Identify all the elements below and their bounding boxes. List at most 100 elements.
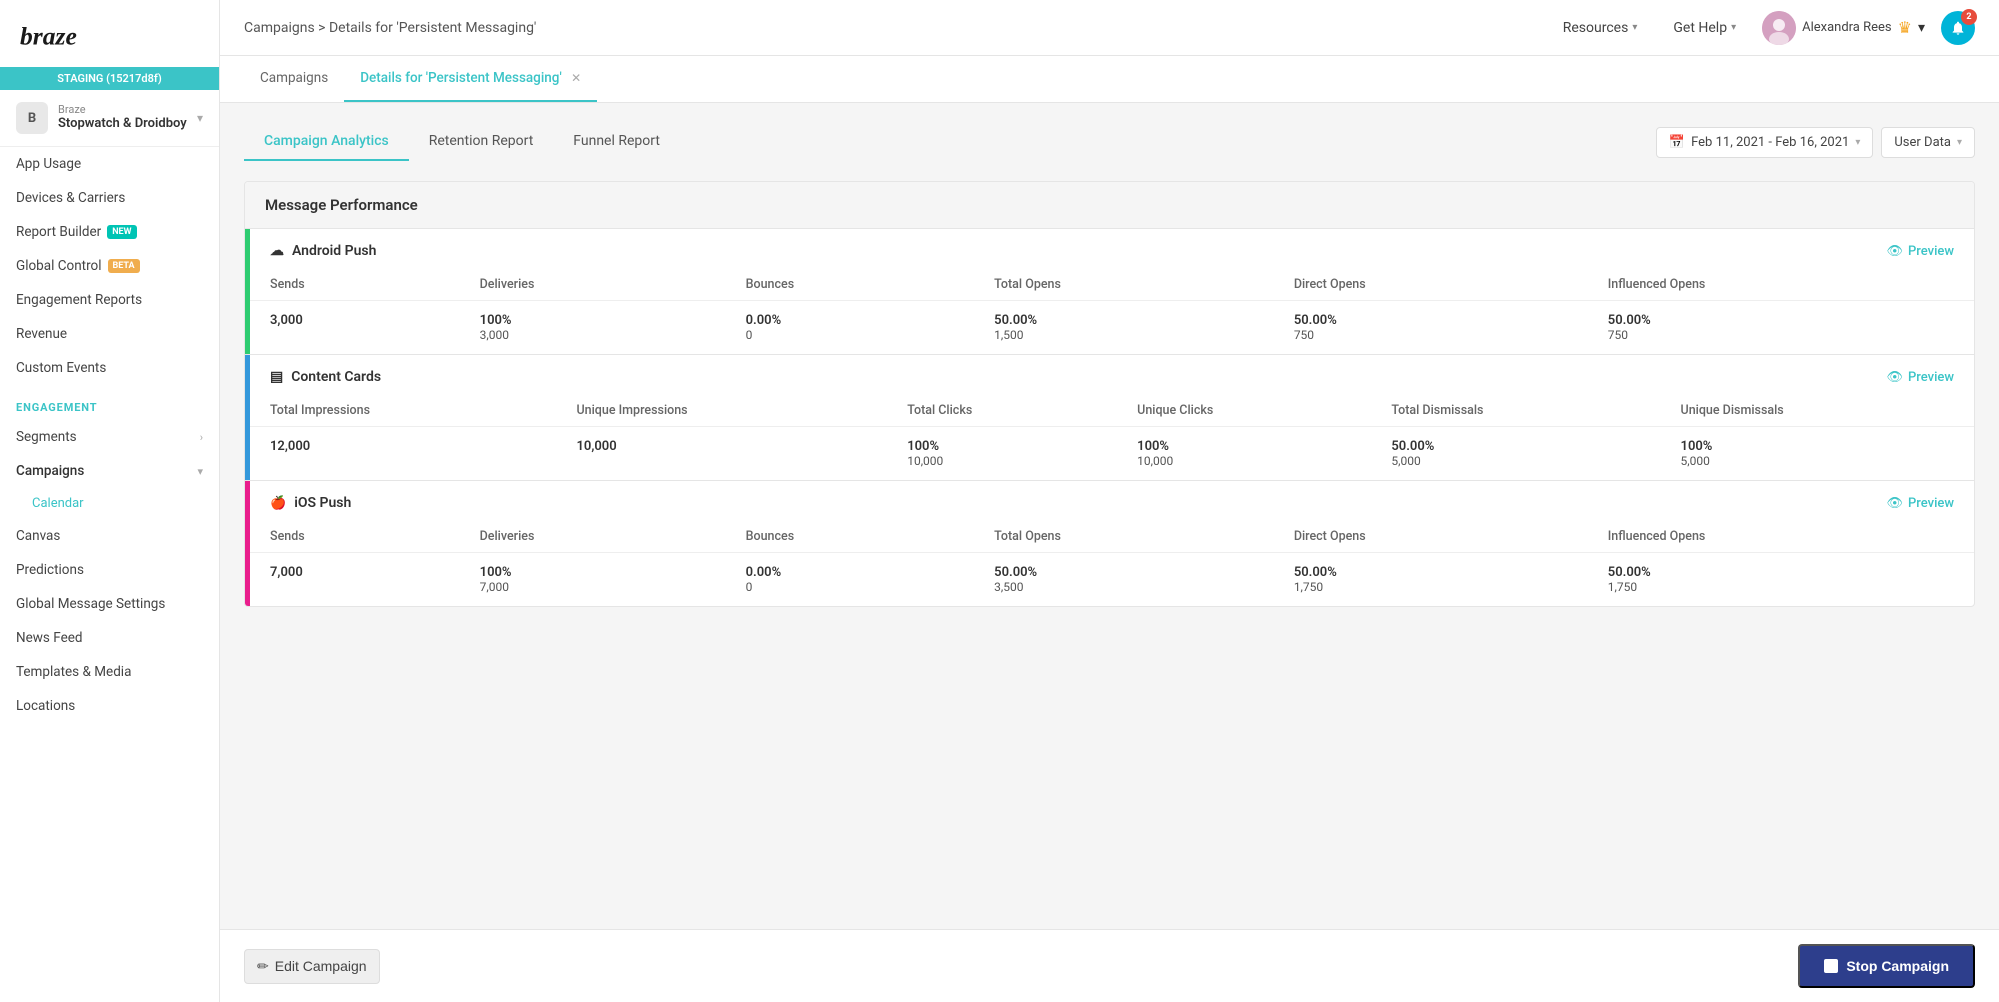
eye-icon: 👁 — [1886, 370, 1903, 385]
user-data-button[interactable]: User Data ▾ — [1881, 127, 1975, 158]
logo: braze — [0, 0, 219, 67]
stop-campaign-button[interactable]: Stop Campaign — [1798, 944, 1975, 988]
table-row: 3,000 100% 3,000 0.00% 0 — [250, 301, 1974, 355]
col-deliveries: Deliveries — [460, 521, 726, 553]
ios-push-title-row: 🍎 iOS Push 👁 Preview — [250, 481, 1974, 521]
main-content: Campaigns > Details for 'Persistent Mess… — [220, 0, 1999, 1002]
android-push-icon: ☁ — [270, 243, 284, 259]
beta-badge: BETA — [108, 259, 140, 273]
workspace-brand: Braze — [58, 103, 197, 116]
sidebar-item-custom-events[interactable]: Custom Events — [0, 351, 219, 385]
content-area: Campaign Analytics Retention Report Funn… — [220, 103, 1999, 929]
ios-push-icon: 🍎 — [270, 496, 286, 511]
sidebar-item-canvas[interactable]: Canvas — [0, 519, 219, 553]
subtab-retention-report[interactable]: Retention Report — [409, 123, 554, 161]
sends-value: 3,000 — [250, 301, 460, 355]
svg-text:braze: braze — [20, 21, 77, 50]
edit-campaign-button[interactable]: ✏ Edit Campaign — [244, 949, 380, 984]
notification-bell[interactable]: 2 — [1941, 11, 1975, 45]
sidebar-sub-item-calendar[interactable]: Calendar — [0, 488, 219, 519]
col-influenced-opens: Influenced Opens — [1588, 521, 1974, 553]
col-total-clicks: Total Clicks — [887, 395, 1117, 427]
date-picker-button[interactable]: 📅 Feb 11, 2021 - Feb 16, 2021 ▾ — [1656, 127, 1873, 158]
sidebar-item-segments[interactable]: Segments › — [0, 420, 219, 454]
col-total-impressions: Total Impressions — [250, 395, 556, 427]
table-row: 12,000 10,000 100% 10,000 — [250, 427, 1974, 481]
sidebar-item-revenue[interactable]: Revenue — [0, 317, 219, 351]
topbar: Campaigns > Details for 'Persistent Mess… — [220, 0, 1999, 56]
sidebar-item-locations[interactable]: Locations — [0, 689, 219, 723]
content-cards-title: ▤ Content Cards — [270, 369, 381, 385]
total-opens-value: 50.00% 1,500 — [974, 301, 1274, 355]
bounces-value: 0.00% 0 — [726, 553, 975, 607]
sidebar-item-global-message-settings[interactable]: Global Message Settings — [0, 587, 219, 621]
content-cards-body: ▤ Content Cards 👁 Preview Total Impressi… — [250, 355, 1974, 480]
content-cards-preview-link[interactable]: 👁 Preview — [1886, 370, 1954, 385]
tabbar: Campaigns Details for 'Persistent Messag… — [220, 56, 1999, 103]
ios-push-stats-table: Sends Deliveries Bounces Total Opens Dir… — [250, 521, 1974, 606]
workspace-selector[interactable]: B Braze Stopwatch & Droidboy ▾ — [0, 90, 219, 147]
section-title: Message Performance — [245, 182, 1974, 229]
android-push-stats-table: Sends Deliveries Bounces Total Opens Dir… — [250, 269, 1974, 354]
col-total-opens: Total Opens — [974, 521, 1274, 553]
subtabs: Campaign Analytics Retention Report Funn… — [244, 123, 680, 161]
android-push-body: ☁ Android Push 👁 Preview Sends Deliv — [250, 229, 1974, 354]
col-direct-opens: Direct Opens — [1274, 269, 1588, 301]
sidebar-item-campaigns[interactable]: Campaigns ▾ — [0, 454, 219, 488]
user-profile[interactable]: Alexandra Rees ♛ ▾ — [1762, 11, 1925, 45]
workspace-name: Stopwatch & Droidboy — [58, 116, 197, 133]
get-help-button[interactable]: Get Help ▾ — [1663, 14, 1746, 42]
new-badge: NEW — [107, 225, 136, 239]
sidebar-item-global-control[interactable]: Global Control BETA — [0, 249, 219, 283]
sidebar-item-devices-carriers[interactable]: Devices & Carriers — [0, 181, 219, 215]
deliveries-value: 100% 7,000 — [460, 553, 726, 607]
arrow-down-icon: ▾ — [197, 465, 203, 478]
bounces-value: 0.00% 0 — [726, 301, 975, 355]
arrow-right-icon: › — [200, 431, 203, 444]
sidebar-item-report-builder[interactable]: Report Builder NEW — [0, 215, 219, 249]
android-push-channel: ☁ Android Push 👁 Preview Sends Deliv — [245, 229, 1974, 355]
tab-campaigns[interactable]: Campaigns — [244, 56, 344, 102]
close-icon[interactable]: ✕ — [571, 71, 581, 85]
total-clicks-value: 100% 10,000 — [887, 427, 1117, 481]
sidebar-item-templates-media[interactable]: Templates & Media — [0, 655, 219, 689]
subtab-campaign-analytics[interactable]: Campaign Analytics — [244, 123, 409, 161]
staging-badge: STAGING (15217d8f) — [0, 67, 219, 90]
ios-push-preview-link[interactable]: 👁 Preview — [1886, 496, 1954, 511]
stop-icon — [1824, 959, 1838, 973]
android-push-title-row: ☁ Android Push 👁 Preview — [250, 229, 1974, 269]
chevron-down-icon: ▾ — [197, 111, 203, 125]
col-bounces: Bounces — [726, 521, 975, 553]
deliveries-value: 100% 3,000 — [460, 301, 726, 355]
workspace-info: Braze Stopwatch & Droidboy — [58, 103, 197, 133]
unique-clicks-value: 100% 10,000 — [1117, 427, 1371, 481]
resources-button[interactable]: Resources ▾ — [1553, 14, 1648, 42]
user-name: Alexandra Rees — [1802, 20, 1892, 35]
col-deliveries: Deliveries — [460, 269, 726, 301]
content-cards-stats-table: Total Impressions Unique Impressions Tot… — [250, 395, 1974, 480]
subtab-funnel-report[interactable]: Funnel Report — [553, 123, 680, 161]
influenced-opens-value: 50.00% 750 — [1588, 301, 1974, 355]
date-filter-row: 📅 Feb 11, 2021 - Feb 16, 2021 ▾ User Dat… — [1656, 127, 1975, 158]
breadcrumb: Campaigns > Details for 'Persistent Mess… — [244, 20, 536, 36]
pencil-icon: ✏ — [257, 958, 269, 975]
subtab-row: Campaign Analytics Retention Report Funn… — [244, 123, 1975, 161]
chevron-down-icon: ▾ — [1855, 137, 1860, 148]
chevron-down-icon: ▾ — [1731, 22, 1736, 33]
chevron-down-icon: ▾ — [1957, 137, 1962, 148]
avatar — [1762, 11, 1796, 45]
sidebar: braze STAGING (15217d8f) B Braze Stopwat… — [0, 0, 220, 1002]
col-unique-clicks: Unique Clicks — [1117, 395, 1371, 427]
sidebar-item-engagement-reports[interactable]: Engagement Reports — [0, 283, 219, 317]
tab-details[interactable]: Details for 'Persistent Messaging' ✕ — [344, 56, 597, 102]
direct-opens-value: 50.00% 1,750 — [1274, 553, 1588, 607]
android-push-title: ☁ Android Push — [270, 243, 376, 259]
android-push-preview-link[interactable]: 👁 Preview — [1886, 244, 1954, 259]
ios-push-title: 🍎 iOS Push — [270, 495, 351, 511]
sidebar-item-news-feed[interactable]: News Feed — [0, 621, 219, 655]
sidebar-item-app-usage[interactable]: App Usage — [0, 147, 219, 181]
sidebar-item-predictions[interactable]: Predictions — [0, 553, 219, 587]
total-impressions-value: 12,000 — [250, 427, 556, 481]
table-row: 7,000 100% 7,000 0.00% 0 — [250, 553, 1974, 607]
chevron-down-icon: ▾ — [1632, 22, 1637, 33]
